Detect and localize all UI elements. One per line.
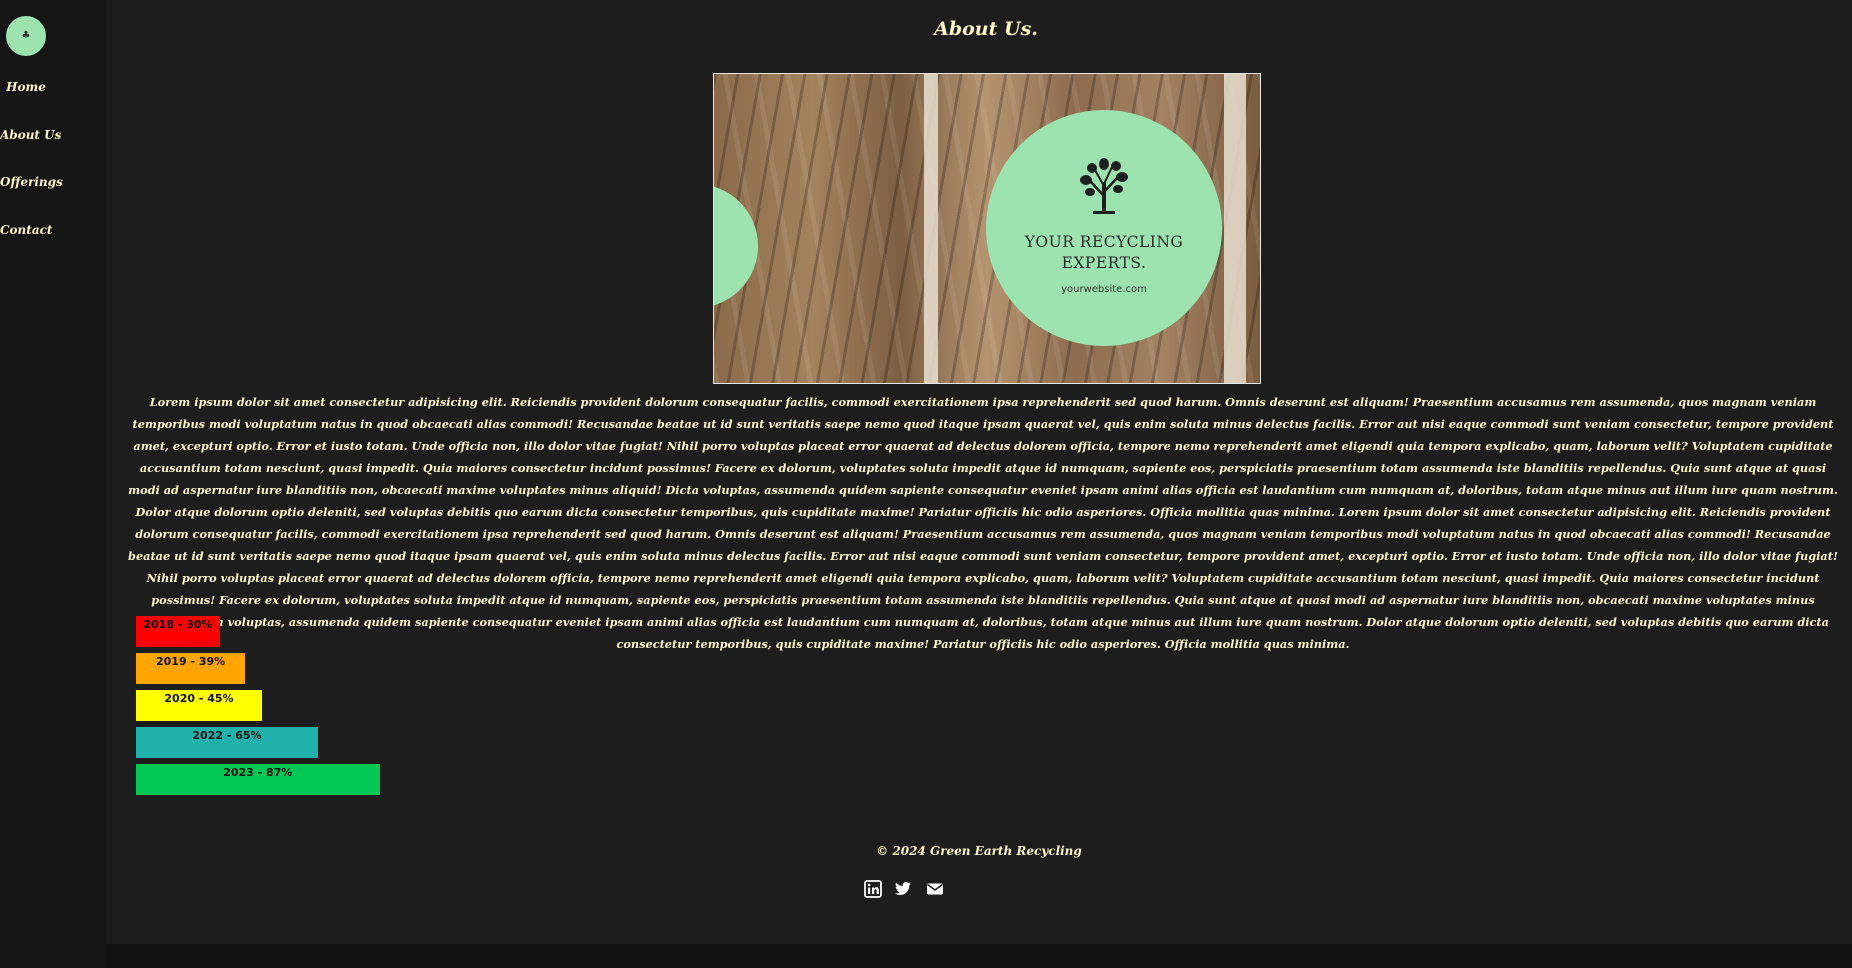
sidebar: ♣ Home About Us Offerings Contact xyxy=(0,0,106,968)
page-title: About Us. xyxy=(934,18,1038,40)
bottom-strip xyxy=(106,944,1852,968)
nav-item-about-us[interactable]: About Us xyxy=(0,128,61,142)
hero-tagline: YOUR RECYCLING EXPERTS. xyxy=(1024,233,1184,272)
linkedin-icon[interactable] xyxy=(864,880,882,898)
hero-website: yourwebsite.com xyxy=(1061,284,1147,295)
nav-item-home[interactable]: Home xyxy=(0,80,52,94)
nav-item-offerings[interactable]: Offerings xyxy=(0,175,63,189)
cardboard-decoration xyxy=(924,74,938,383)
footer: © 2024 Green Earth Recycling xyxy=(106,824,1852,944)
tree-logo-icon[interactable]: ♣ xyxy=(6,16,46,56)
progress-bar-2023: 2023 - 87% xyxy=(136,764,380,795)
tree-icon xyxy=(1080,158,1128,214)
progress-bar-2018: 2018 - 30% xyxy=(136,616,220,647)
progress-bar-2022: 2022 - 65% xyxy=(136,727,318,758)
progress-bar-2019: 2019 - 39% xyxy=(136,653,246,684)
copyright-text: © 2024 Green Earth Recycling xyxy=(876,844,1082,858)
nav-item-contact[interactable]: Contact xyxy=(0,223,52,237)
decorative-circle xyxy=(714,184,758,308)
brand-circle: YOUR RECYCLING EXPERTS. yourwebsite.com xyxy=(986,110,1222,346)
about-paragraph: Lorem ipsum dolor sit amet consectetur a… xyxy=(128,395,1838,651)
twitter-icon[interactable] xyxy=(894,880,912,898)
email-icon[interactable] xyxy=(926,880,944,898)
cardboard-decoration xyxy=(1224,74,1246,383)
hero-banner-image: YOUR RECYCLING EXPERTS. yourwebsite.com xyxy=(713,73,1261,384)
progress-bar-2020: 2020 - 45% xyxy=(136,690,262,721)
